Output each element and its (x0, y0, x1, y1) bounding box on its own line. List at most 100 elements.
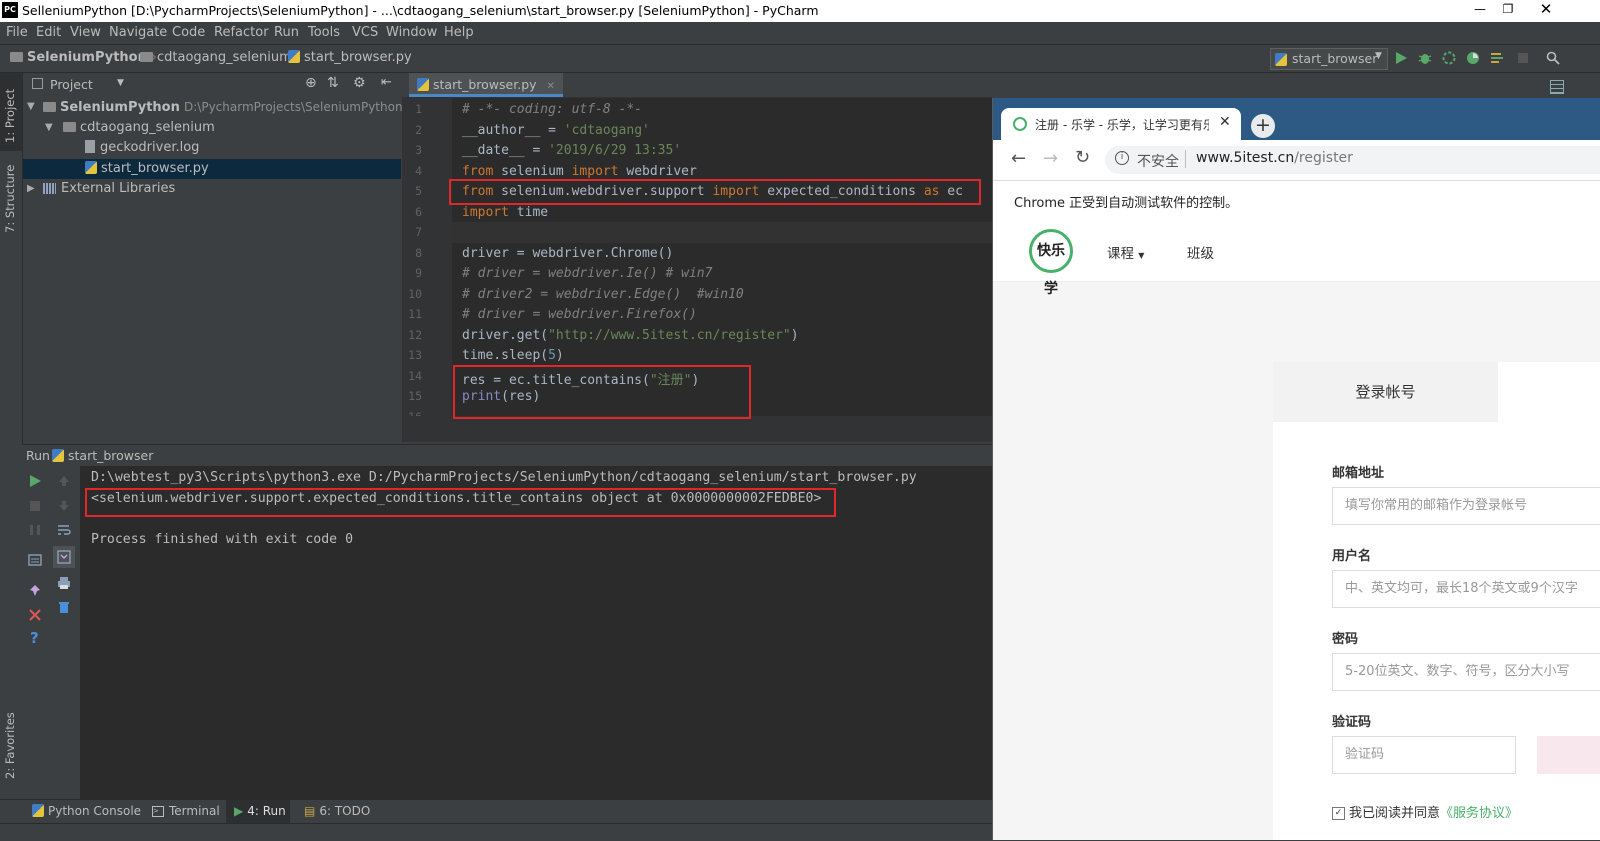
side-tab-favorites[interactable]: 2: Favorites (3, 712, 17, 779)
breadcrumb-file[interactable]: start_browser.py (288, 50, 412, 65)
menu-edit[interactable]: Edit (36, 25, 61, 40)
arrow-up-icon[interactable] (57, 474, 71, 488)
close-run-icon[interactable] (28, 608, 42, 622)
agree-checkbox[interactable]: ✓ (1332, 807, 1345, 820)
code-line: __author__ = 'cdtaogang' (462, 123, 650, 138)
collapse-icon[interactable]: ⇅ (327, 75, 339, 91)
run-panel-header: Run start_browser (22, 444, 992, 467)
menu-refactor[interactable]: Refactor (214, 25, 269, 40)
info-icon[interactable]: i (1115, 151, 1129, 165)
stop-icon[interactable] (1516, 51, 1530, 65)
register-form-panel: 登录帐号 邮箱地址 填写你常用的邮箱作为登录帐号 用户名 中、英文均可，最长18… (1273, 362, 1600, 840)
breadcrumb-folder[interactable]: cdtaogang_selenium › (140, 50, 301, 65)
editor-tab-start-browser[interactable]: start_browser.py ✕ (409, 73, 563, 97)
stop-icon[interactable] (28, 499, 42, 513)
chevron-down-icon[interactable]: ▼ (117, 78, 124, 88)
pause-icon[interactable] (28, 523, 42, 537)
menu-code[interactable]: Code (172, 25, 205, 40)
tree-item-root[interactable]: ▼ SeleniumPython D:\PycharmProjects\Sele… (23, 97, 403, 117)
password-field[interactable]: 5-20位英文、数字、符号，区分大小写 (1332, 653, 1600, 691)
login-account-tab[interactable]: 登录帐号 (1273, 362, 1498, 422)
debug-icon[interactable] (1418, 51, 1432, 65)
email-label: 邮箱地址 (1332, 466, 1385, 481)
forward-icon[interactable]: → (1043, 148, 1058, 169)
target-icon[interactable]: ⊕ (305, 75, 317, 91)
side-tab-structure[interactable]: 7: Structure (3, 165, 17, 233)
run-configuration-select[interactable]: start_browser ▼ (1270, 48, 1388, 70)
dump-threads-icon[interactable] (28, 553, 42, 567)
rerun-icon[interactable] (28, 474, 42, 488)
profile-icon[interactable] (1466, 51, 1480, 65)
run-panel-config[interactable]: start_browser (68, 448, 153, 463)
menu-window[interactable]: Window (386, 25, 437, 40)
close-window-icon[interactable]: ✕ (1532, 0, 1560, 20)
caret-line-highlight (452, 222, 992, 243)
tab-terminal[interactable]: > Terminal (152, 804, 220, 818)
site-logo[interactable]: 快乐学 (1029, 229, 1073, 297)
line-number: 14 (408, 369, 422, 383)
tab-python-console[interactable]: Python Console (32, 804, 141, 818)
menu-navigate[interactable]: Navigate (109, 25, 167, 40)
editor-gutter: 1 2 3 4 5 6 7 8 9 10 11 12 13 14 15 16 (402, 98, 452, 416)
chevron-down-icon: ▼ (1375, 51, 1382, 61)
menu-view[interactable]: View (70, 25, 101, 40)
line-number: 9 (415, 266, 422, 280)
tree-item-folder[interactable]: ▼ cdtaogang_selenium (23, 118, 401, 138)
text-file-icon (85, 140, 95, 153)
print-icon[interactable] (57, 576, 71, 590)
tree-item-libraries[interactable]: ▶ External Libraries (23, 179, 401, 199)
terms-link[interactable]: 《服务协议》 (1440, 806, 1518, 821)
python-file-icon (85, 161, 97, 174)
captcha-image[interactable] (1537, 736, 1600, 774)
folder-icon (63, 121, 76, 132)
breadcrumb-project[interactable]: SeleniumPython › (10, 50, 157, 65)
soft-wrap-icon[interactable] (57, 523, 71, 537)
help-icon[interactable]: ? (30, 629, 44, 647)
menu-help[interactable]: Help (444, 25, 474, 40)
menu-vcs[interactable]: VCS (352, 25, 378, 40)
menu-file[interactable]: File (6, 25, 28, 40)
chevron-down-icon: ▼ (27, 101, 35, 112)
minimize-icon[interactable]: — (1466, 0, 1494, 20)
gear-icon[interactable]: ⚙ (353, 75, 366, 91)
back-icon[interactable]: ← (1011, 148, 1026, 169)
hide-panel-icon[interactable]: ⇤ (381, 75, 392, 90)
tree-item-script[interactable]: start_browser.py (23, 159, 401, 179)
menu-bar: File Edit View Navigate Code Refactor Ru… (0, 22, 1600, 45)
username-field[interactable]: 中、英文均可，最长18个英文或9个汉字 (1332, 570, 1600, 608)
restore-icon[interactable]: ❐ (1494, 0, 1522, 20)
browser-tab[interactable]: 注册 - 乐学 - 乐学，让学习更有乐 ✕ (1001, 108, 1241, 140)
side-tab-project[interactable]: 1: Project (3, 89, 17, 143)
close-tab-icon[interactable]: ✕ (547, 81, 555, 92)
address-bar[interactable]: i 不安全 www.5itest.cn/register (1105, 146, 1600, 174)
run-console[interactable]: D:\webtest_py3\Scripts\python3.exe D:/Py… (80, 466, 992, 799)
code-line: from selenium import webdriver (462, 164, 697, 179)
run-icon[interactable] (1394, 51, 1408, 65)
line-number: 3 (415, 143, 422, 157)
arrow-down-icon[interactable] (57, 499, 71, 513)
nav-courses[interactable]: 课程 ▼ (1107, 242, 1144, 262)
database-icon[interactable] (1550, 80, 1564, 94)
site-favicon-icon (1013, 117, 1027, 131)
nav-classes[interactable]: 班级 (1187, 242, 1214, 262)
close-tab-icon[interactable]: ✕ (1219, 114, 1231, 130)
tab-todo[interactable]: ▤ 6: TODO (304, 804, 370, 818)
trash-icon[interactable] (57, 600, 71, 614)
code-editor[interactable]: # -*- coding: utf-8 -*- __author__ = 'cd… (452, 98, 992, 416)
scroll-to-end-icon[interactable] (57, 550, 71, 564)
concurrency-icon[interactable] (1490, 51, 1504, 65)
coverage-icon[interactable] (1442, 51, 1456, 65)
email-field[interactable]: 填写你常用的邮箱作为登录帐号 (1332, 487, 1600, 525)
reload-icon[interactable]: ↻ (1075, 147, 1090, 168)
menu-run[interactable]: Run (274, 25, 299, 40)
menu-tools[interactable]: Tools (308, 25, 340, 40)
search-icon[interactable] (1546, 51, 1560, 65)
project-panel-title[interactable]: Project (50, 77, 93, 92)
tree-item-log[interactable]: geckodriver.log (23, 138, 401, 158)
captcha-field[interactable]: 验证码 (1332, 736, 1516, 774)
line-number: 8 (415, 246, 422, 260)
new-tab-button[interactable]: + (1251, 114, 1275, 138)
pin-icon[interactable] (28, 584, 42, 598)
tab-run[interactable]: ▶ 4: Run (234, 804, 286, 818)
left-tool-strip: 1: Project 7: Structure 2: Favorites (0, 73, 23, 799)
